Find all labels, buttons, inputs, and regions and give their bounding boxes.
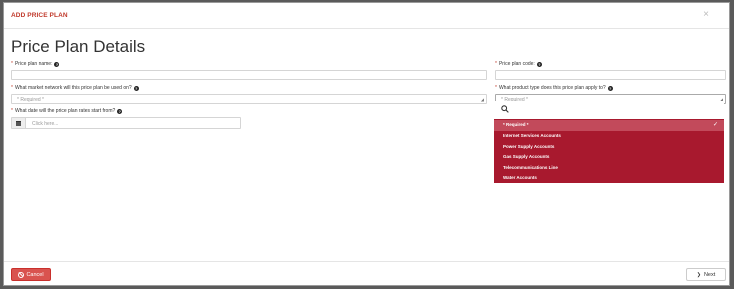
option-label: Internet Services Accounts	[503, 133, 561, 138]
modal-header: ADD PRICE PLAN ×	[4, 3, 729, 29]
dropdown-options: * Required * ✓ Internet Services Account…	[494, 119, 724, 183]
next-label: Next	[703, 271, 716, 278]
calendar-icon	[16, 120, 21, 126]
plan-code-label-text: Price plan code:	[498, 61, 535, 67]
start-date-placeholder: Click here...	[32, 121, 59, 127]
dropdown-option[interactable]: Telecommunications Line	[494, 163, 724, 174]
plan-name-label-text: Price plan name:	[14, 61, 53, 67]
cancel-button[interactable]: Cancel	[11, 268, 51, 281]
ban-icon	[18, 271, 25, 278]
option-label: Telecommunications Line	[503, 164, 558, 170]
option-label: Gas Supply Accounts	[503, 154, 550, 159]
help-icon[interactable]: ?	[133, 85, 139, 91]
help-icon[interactable]: ?	[536, 61, 542, 67]
required-marker: *	[11, 108, 13, 114]
plan-code-label: * Price plan code: ?	[495, 61, 542, 67]
check-icon: ✓	[712, 122, 718, 128]
option-label: Power Supply Accounts	[503, 143, 555, 149]
footer-divider	[4, 261, 729, 262]
plan-name-input[interactable]	[11, 70, 487, 80]
market-network-label: * What market network will this price pl…	[11, 85, 139, 91]
dropdown-option[interactable]: Gas Supply Accounts	[494, 152, 724, 163]
market-network-label-text: What market network will this price plan…	[14, 85, 132, 91]
dropdown-option[interactable]: Internet Services Accounts	[494, 131, 724, 142]
page-title: Price Plan Details	[11, 37, 146, 56]
plan-name-label: * Price plan name: ?	[11, 61, 60, 67]
plan-code-input[interactable]	[495, 70, 726, 80]
required-marker: *	[495, 61, 497, 67]
dropdown-option[interactable]: Water Accounts	[494, 173, 724, 184]
next-button[interactable]: ❯ Next	[686, 268, 726, 281]
close-icon[interactable]: ×	[703, 9, 709, 20]
dropdown-search[interactable]	[494, 101, 724, 117]
start-date-label-text: What date will the price plan rates star…	[14, 108, 116, 114]
resize-grip-icon: ◢	[480, 97, 484, 102]
option-label: Water Accounts	[503, 175, 537, 180]
chevron-right-icon: ❯	[696, 271, 701, 278]
required-marker: *	[11, 85, 13, 91]
dropdown-option[interactable]: Power Supply Accounts	[494, 142, 724, 153]
product-type-label: * What product type does this price plan…	[495, 85, 613, 91]
market-network-select[interactable]: * Required * ◢	[11, 94, 487, 104]
search-icon	[501, 105, 509, 113]
help-icon[interactable]: ?	[54, 61, 60, 67]
start-date-input[interactable]: Click here...	[11, 117, 241, 129]
start-date-label: * What date will the price plan rates st…	[11, 108, 123, 114]
required-marker: *	[495, 85, 497, 91]
calendar-button[interactable]	[12, 118, 26, 128]
market-network-value: * Required *	[17, 97, 44, 103]
option-label: * Required *	[503, 122, 529, 127]
required-marker: *	[11, 61, 13, 67]
dropdown-option[interactable]: * Required * ✓	[494, 120, 724, 131]
product-type-label-text: What product type does this price plan a…	[498, 85, 606, 91]
help-icon[interactable]: ?	[607, 85, 613, 91]
product-type-dropdown: * Required * ✓ Internet Services Account…	[494, 101, 724, 183]
modal-title: ADD PRICE PLAN	[11, 12, 68, 19]
cancel-label: Cancel	[26, 271, 44, 278]
help-icon[interactable]: ?	[117, 108, 123, 114]
